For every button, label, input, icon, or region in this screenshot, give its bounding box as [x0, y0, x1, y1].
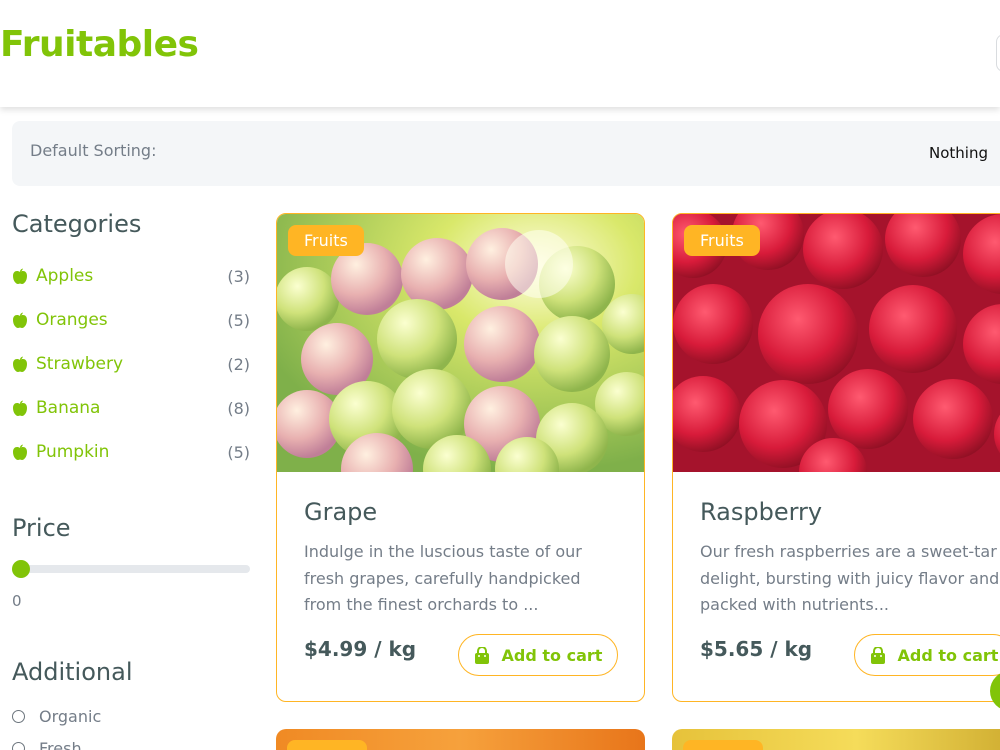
- apple-icon: [13, 356, 27, 372]
- category-label[interactable]: Pumpkin: [36, 442, 109, 462]
- product-price: $5.65 / kg: [700, 637, 813, 661]
- category-item[interactable]: Oranges (5): [12, 298, 252, 342]
- description-line: delight, bursting with juicy flavor and: [700, 568, 1000, 588]
- header-button[interactable]: [996, 34, 1000, 72]
- sort-select[interactable]: Nothing: [929, 144, 988, 162]
- description-line: packed with nutrients...: [700, 595, 889, 614]
- category-list: Apples (3) Oranges (5) Strawbery (2) Ban…: [12, 254, 252, 474]
- brand-logo[interactable]: Fruitables: [0, 24, 199, 65]
- sort-label: Default Sorting:: [30, 141, 157, 160]
- product-description: Indulge in the luscious taste of our fre…: [304, 539, 614, 619]
- option-fresh[interactable]: Fresh: [12, 732, 101, 750]
- product-card[interactable]: Fruits Raspberry Our fresh raspberries a…: [672, 213, 1000, 702]
- category-label[interactable]: Strawbery: [36, 354, 123, 374]
- price-heading: Price: [12, 514, 71, 542]
- add-to-cart-label: Add to cart: [501, 645, 603, 665]
- category-item[interactable]: Pumpkin (5): [12, 430, 252, 474]
- categories-heading: Categories: [12, 210, 142, 238]
- product-price: $4.99 / kg: [304, 637, 417, 661]
- product-image-grape[interactable]: Fruits: [277, 214, 644, 472]
- add-to-cart-label: Add to cart: [897, 645, 999, 665]
- price-value: 0: [12, 592, 22, 610]
- radio-button[interactable]: [12, 741, 25, 750]
- option-organic[interactable]: Organic: [12, 700, 101, 732]
- category-count: (2): [227, 354, 250, 374]
- additional-options: Organic Fresh: [12, 700, 101, 750]
- category-badge: [683, 740, 763, 750]
- category-item[interactable]: Strawbery (2): [12, 342, 252, 386]
- product-card[interactable]: Fruits Grape Indulge in the luscious tas…: [276, 213, 645, 702]
- shopping-bag-icon: [870, 646, 885, 664]
- apple-icon: [13, 400, 27, 416]
- description-line: Indulge in the luscious taste of our: [304, 542, 582, 561]
- category-label[interactable]: Banana: [36, 398, 100, 418]
- radio-button[interactable]: [12, 709, 25, 723]
- category-label[interactable]: Apples: [36, 266, 93, 286]
- category-item[interactable]: Banana (8): [12, 386, 252, 430]
- option-label: Fresh: [39, 738, 82, 750]
- category-badge: Fruits: [288, 225, 364, 256]
- price-slider-thumb[interactable]: [12, 560, 30, 578]
- category-label[interactable]: Oranges: [36, 310, 108, 330]
- additional-heading: Additional: [12, 658, 133, 686]
- description-line: fresh grapes, carefully handpicked: [304, 568, 581, 588]
- category-badge: [287, 740, 367, 750]
- category-count: (5): [227, 310, 250, 330]
- category-count: (5): [227, 442, 250, 462]
- category-badge: Fruits: [684, 225, 760, 256]
- product-description: Our fresh raspberries are a sweet-tar de…: [700, 539, 1000, 619]
- description-line: Our fresh raspberries are a sweet-tar: [700, 542, 997, 561]
- product-image-raspberry[interactable]: Fruits: [673, 214, 1000, 472]
- price-slider-track[interactable]: [12, 565, 250, 573]
- sidebar: Categories Apples (3) Oranges (5) Strawb…: [12, 210, 252, 474]
- sorting-bar: Default Sorting: Nothing: [12, 121, 1000, 186]
- product-image-next[interactable]: [276, 729, 645, 750]
- category-count: (3): [227, 266, 250, 286]
- add-to-cart-button[interactable]: Add to cart: [458, 634, 618, 676]
- price-slider[interactable]: [12, 560, 250, 578]
- category-count: (8): [227, 398, 250, 418]
- option-label: Organic: [39, 706, 102, 726]
- description-line: from the finest orchards to ...: [304, 595, 539, 614]
- product-name[interactable]: Grape: [304, 498, 377, 526]
- add-to-cart-button[interactable]: Add to cart: [854, 634, 1000, 676]
- product-image-next[interactable]: [672, 729, 1000, 750]
- product-name[interactable]: Raspberry: [700, 498, 822, 526]
- category-item[interactable]: Apples (3): [12, 254, 252, 298]
- shopping-bag-icon: [474, 646, 489, 664]
- apple-icon: [13, 444, 27, 460]
- site-header: Fruitables: [0, 0, 1000, 107]
- apple-icon: [13, 268, 27, 284]
- apple-icon: [13, 312, 27, 328]
